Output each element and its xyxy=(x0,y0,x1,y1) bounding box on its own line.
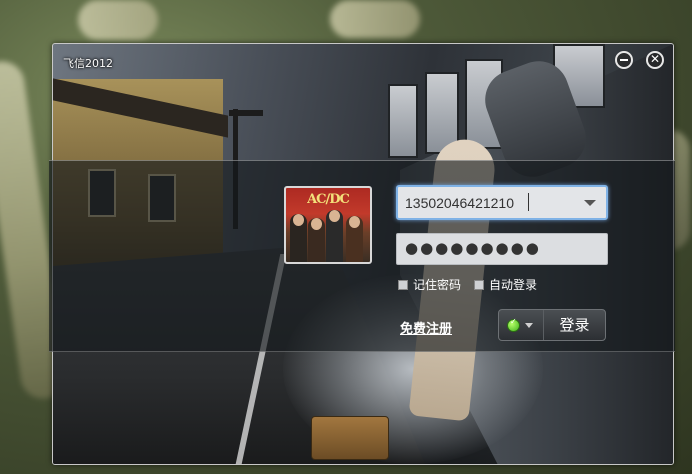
avatar-face xyxy=(329,210,340,222)
free-register-link[interactable]: 免费注册 xyxy=(400,318,452,337)
station-roof xyxy=(53,78,228,138)
avatar-face xyxy=(349,216,360,228)
app-title: 飞信2012 xyxy=(63,57,113,70)
avatar-face xyxy=(311,218,322,230)
avatar-logo-text: AC/DC xyxy=(307,192,350,207)
account-input-value: 13502046421210 xyxy=(405,195,515,211)
close-circle-icon[interactable]: ✕ xyxy=(646,51,664,69)
login-button-group: 登录 xyxy=(498,309,606,341)
train-window xyxy=(388,84,418,158)
account-input[interactable]: 13502046421210 xyxy=(396,185,608,220)
auto-login-checkbox[interactable]: 自动登录 xyxy=(474,276,537,293)
minimize-circle-icon[interactable] xyxy=(615,51,633,69)
online-status-icon xyxy=(507,317,520,332)
auto-login-label: 自动登录 xyxy=(489,278,538,292)
desktop-background xyxy=(78,0,158,40)
remember-password-checkbox[interactable]: 记住密码 xyxy=(398,276,461,293)
user-avatar[interactable]: AC/DC xyxy=(284,186,372,264)
status-select-button[interactable] xyxy=(499,310,544,340)
text-cursor xyxy=(528,193,529,211)
login-button[interactable]: 登录 xyxy=(544,310,605,340)
password-mask: ●●●●●●●●● xyxy=(405,239,541,257)
signal-pole xyxy=(229,110,263,116)
checkbox-icon xyxy=(474,280,484,290)
desktop-background xyxy=(330,0,420,38)
checkbox-icon xyxy=(398,280,408,290)
password-input[interactable]: ●●●●●●●●● xyxy=(396,233,608,265)
chevron-down-icon xyxy=(525,323,533,328)
avatar-face xyxy=(293,214,304,226)
remember-password-label: 记住密码 xyxy=(413,278,462,292)
suitcase xyxy=(311,416,389,460)
chevron-down-icon[interactable] xyxy=(584,200,596,206)
